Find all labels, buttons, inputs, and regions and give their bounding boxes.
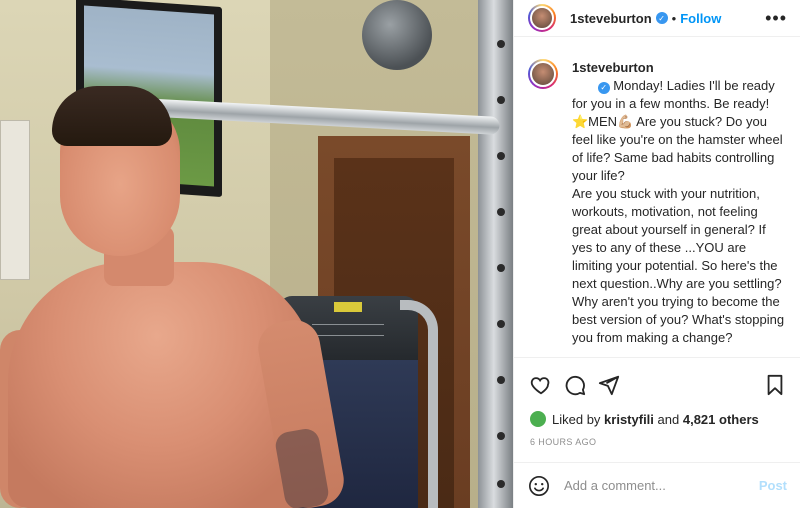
verified-badge-icon: ✓ [597,82,610,94]
post-detail-panel: 1steveburton ✓ • Follow ••• 1steveburton… [513,0,800,508]
action-bar [514,357,800,409]
separator-dot: • [671,10,677,26]
rack-hole [497,96,505,104]
emoji-icon[interactable] [528,475,550,497]
caption-area: 1steveburton ✓ Monday! Ladies I'll be re… [514,37,800,357]
likes-prefix: Liked by [552,411,601,427]
gym-rack-column [478,0,513,508]
post-photo[interactable] [0,0,513,508]
comment-input[interactable] [564,478,754,493]
heart-icon[interactable] [530,374,552,396]
more-options-icon[interactable]: ••• [765,8,787,29]
machine-label-plate [312,324,384,336]
liker-avatar[interactable] [530,411,546,427]
verified-badge-icon: ✓ [655,12,668,24]
rack-hole [497,376,505,384]
avatar-image [530,61,556,87]
rack-hole [497,208,505,216]
comment-icon[interactable] [564,374,586,396]
post-comment-button[interactable]: Post [759,478,787,493]
caption-text: Monday! Ladies I'll be ready for you in … [572,78,785,345]
cable-pulley [362,0,432,70]
caption: 1steveburton ✓ Monday! Ladies I'll be re… [572,59,785,357]
follow-button[interactable]: Follow [680,11,721,26]
rack-hole [497,320,505,328]
post-header: 1steveburton ✓ • Follow ••• [514,0,800,37]
avatar-image [530,6,554,30]
post-timestamp[interactable]: 6 HOURS AGO [530,437,596,447]
rack-hole [497,40,505,48]
machine-brand-tag [334,302,362,312]
rack-hole [497,264,505,272]
caption-username[interactable]: 1steveburton [572,60,654,75]
likes-middle: and [657,411,680,427]
caption-avatar[interactable] [528,59,558,89]
rack-hole [497,432,505,440]
rack-hole [497,152,505,160]
likes-count[interactable]: 4,821 others [683,412,759,427]
rack-hole [497,480,505,488]
liker-username[interactable]: kristyfili [604,412,654,427]
machine-handle [400,300,438,508]
comment-bar: Post [514,462,800,508]
avatar[interactable] [528,4,556,32]
likes-summary: Liked by kristyfili and 4,821 others [530,411,759,427]
wall-poster [0,120,30,280]
bookmark-icon[interactable] [764,374,786,396]
share-icon[interactable] [598,374,620,396]
person-hair [52,86,172,146]
post-username[interactable]: 1steveburton [570,11,652,26]
